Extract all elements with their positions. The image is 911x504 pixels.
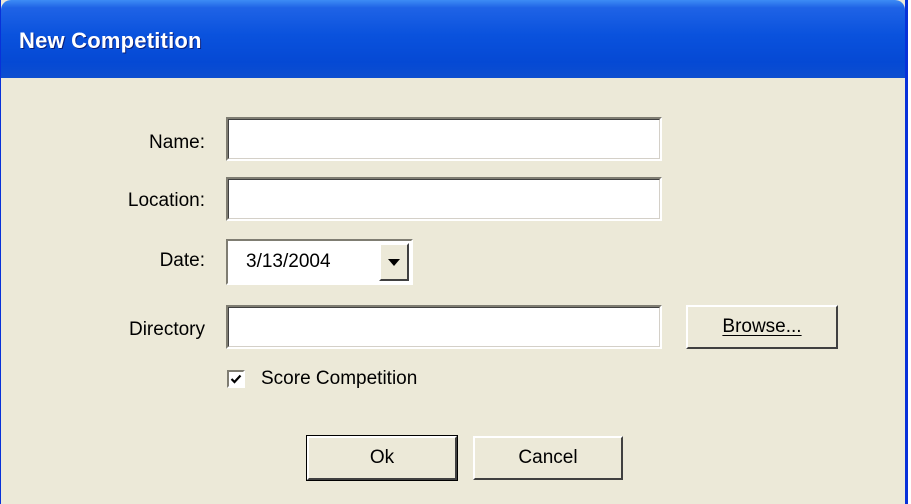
ok-button-label: Ok xyxy=(369,447,395,468)
score-competition-label[interactable]: Score Competition xyxy=(261,368,417,390)
dialog-title: New Competition xyxy=(19,28,202,53)
date-dropdown-button[interactable] xyxy=(379,243,409,281)
browse-button[interactable]: Browse... xyxy=(686,305,838,349)
location-label: Location: xyxy=(127,190,205,211)
date-value: 3/13/2004 xyxy=(246,251,331,272)
new-competition-dialog: New Competition Name: Location: Date: 3/… xyxy=(0,0,908,504)
chevron-down-icon xyxy=(388,259,400,266)
checkmark-icon xyxy=(230,374,242,384)
directory-input[interactable] xyxy=(232,310,656,344)
location-input[interactable] xyxy=(232,182,656,216)
directory-label: Directory xyxy=(128,319,205,340)
name-field-box xyxy=(226,117,662,161)
location-field-box xyxy=(226,177,662,221)
date-picker[interactable]: 3/13/2004 xyxy=(226,239,413,285)
cancel-button[interactable]: Cancel xyxy=(473,436,623,480)
browse-button-label: Browse... xyxy=(722,316,802,337)
name-input[interactable] xyxy=(232,122,656,156)
title-bar[interactable]: New Competition xyxy=(1,0,905,78)
cancel-button-label: Cancel xyxy=(518,447,578,468)
ok-button[interactable]: Ok xyxy=(306,435,458,481)
score-competition-checkbox[interactable] xyxy=(227,370,245,388)
date-label: Date: xyxy=(159,250,205,271)
name-label: Name: xyxy=(149,132,205,153)
directory-field-box xyxy=(226,305,662,349)
